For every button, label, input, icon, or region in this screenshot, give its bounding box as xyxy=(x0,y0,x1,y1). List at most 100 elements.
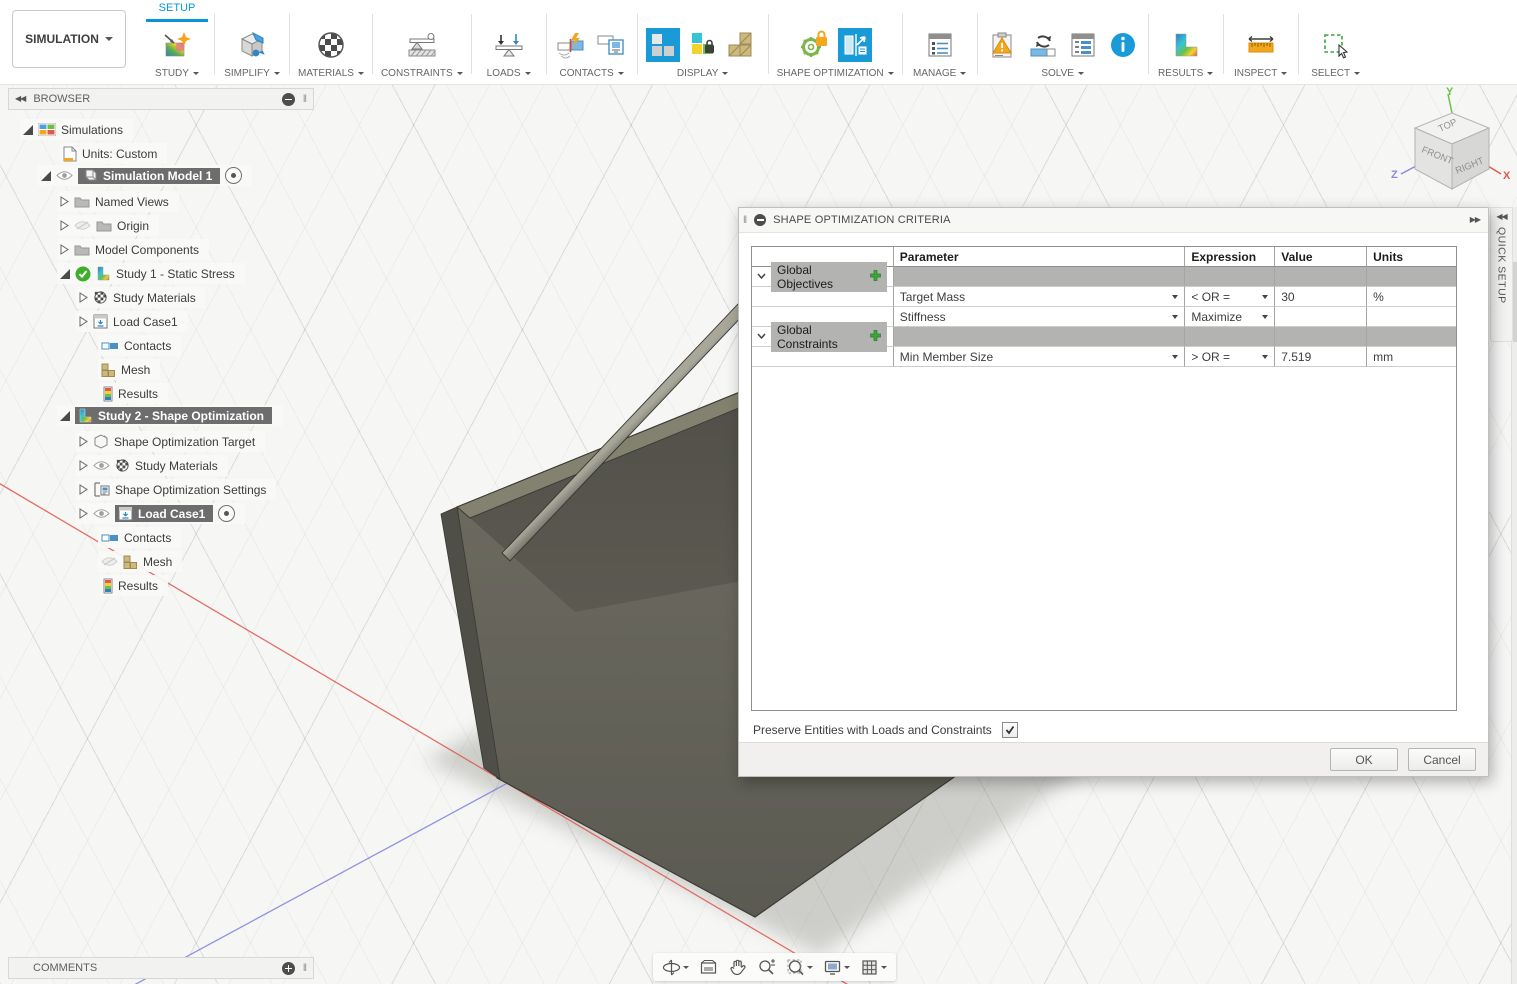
inspect-menu[interactable]: INSPECT xyxy=(1234,68,1288,79)
constraints-icon[interactable] xyxy=(405,28,439,62)
zoom-window-button[interactable] xyxy=(783,956,816,979)
tree-row-contacts-study1[interactable]: Contacts xyxy=(98,335,182,356)
gutter-thumb[interactable] xyxy=(1513,262,1517,342)
parameter-dropdown[interactable]: Stiffness xyxy=(892,307,1185,327)
loads-icon[interactable] xyxy=(492,28,526,62)
zoom-button[interactable] xyxy=(754,956,779,979)
results-menu[interactable]: RESULTS xyxy=(1158,68,1214,79)
comments-grip[interactable]: ‖ xyxy=(303,963,307,974)
dialog-collapse-icon[interactable] xyxy=(754,214,767,226)
tree-row-units[interactable]: Units: Custom xyxy=(60,143,168,164)
tab-setup[interactable]: SETUP xyxy=(142,2,212,14)
tree-row-load-case1-study2[interactable]: Load Case1 xyxy=(76,503,246,524)
tree-row-study-materials-2[interactable]: Study Materials xyxy=(76,455,228,476)
expander-open-icon[interactable] xyxy=(23,124,33,135)
tree-row-results-study1[interactable]: Results xyxy=(100,383,169,404)
expander-closed-icon[interactable] xyxy=(79,484,88,495)
browser-grip[interactable]: ‖ xyxy=(303,94,307,105)
select-menu[interactable]: SELECT xyxy=(1311,68,1361,79)
expression-dropdown[interactable]: > OR = xyxy=(1184,347,1275,367)
materials-icon[interactable] xyxy=(314,28,348,62)
pan-button[interactable] xyxy=(725,956,750,979)
dialog-titlebar[interactable]: ‖ SHAPE OPTIMIZATION CRITERIA ▶▶ xyxy=(739,208,1488,233)
expression-dropdown[interactable]: < OR = xyxy=(1184,287,1275,307)
parameter-dropdown[interactable]: Target Mass xyxy=(892,287,1185,307)
display-mode-icon[interactable] xyxy=(645,28,680,62)
viewcube[interactable]: Y Z X TOP FRONT RIGHT xyxy=(1385,86,1515,204)
constraints-menu[interactable]: CONSTRAINTS xyxy=(381,68,463,79)
tree-row-results-study2[interactable]: Results xyxy=(100,575,169,596)
tree-row-mesh-study2[interactable]: Mesh xyxy=(98,551,183,572)
expander-closed-icon[interactable] xyxy=(79,292,88,303)
materials-menu[interactable]: MATERIALS xyxy=(298,68,364,79)
tree-row-contacts-study2[interactable]: Contacts xyxy=(98,527,182,548)
tree-row-study-2[interactable]: Study 2 - Shape Optimization xyxy=(57,405,283,426)
expander-closed-icon[interactable] xyxy=(60,196,69,207)
quick-setup-tab[interactable]: ◀◀ QUICK SETUP xyxy=(1490,207,1513,342)
preserve-region-icon[interactable] xyxy=(798,28,832,62)
shape-optimization-menu[interactable]: SHAPE OPTIMIZATION xyxy=(777,68,894,79)
simplify-menu[interactable]: SIMPLIFY xyxy=(224,68,280,79)
parameter-dropdown[interactable]: Min Member Size xyxy=(892,347,1185,367)
add-comment-icon[interactable] xyxy=(281,961,295,975)
tree-row-origin[interactable]: Origin xyxy=(57,215,160,236)
expression-dropdown[interactable]: Maximize xyxy=(1184,307,1275,327)
expander-closed-icon[interactable] xyxy=(79,460,88,471)
value-field[interactable] xyxy=(1274,307,1367,327)
contacts-icon[interactable] xyxy=(555,28,589,62)
dialog-grip[interactable]: ‖ xyxy=(743,215,747,226)
solve-menu[interactable]: SOLVE xyxy=(1041,68,1084,79)
shape-optimization-criteria-icon[interactable] xyxy=(838,28,873,62)
eye-off-icon[interactable] xyxy=(101,556,118,567)
select-icon[interactable] xyxy=(1319,28,1353,62)
expander-open-icon[interactable] xyxy=(60,410,70,421)
tree-row-model-components[interactable]: Model Components xyxy=(57,239,210,260)
expander-open-icon[interactable] xyxy=(60,268,70,279)
precheck-icon[interactable] xyxy=(986,28,1020,62)
solve-details-icon[interactable] xyxy=(1066,28,1100,62)
loads-menu[interactable]: LOADS xyxy=(487,68,531,79)
group-chevron-icon[interactable] xyxy=(756,330,767,344)
value-field[interactable]: 7.519 xyxy=(1274,347,1367,367)
look-at-button[interactable] xyxy=(696,956,721,979)
manage-icon[interactable] xyxy=(923,28,957,62)
tree-row-simulation-model-1[interactable]: Simulation Model 1 xyxy=(38,165,253,186)
browser-hide-icon[interactable] xyxy=(281,92,295,106)
grid-settings-button[interactable] xyxy=(857,956,890,979)
cancel-button[interactable]: Cancel xyxy=(1408,748,1476,771)
collapse-browser-icon[interactable]: ◀◀ xyxy=(15,95,26,103)
workspace-selector[interactable]: SIMULATION xyxy=(12,10,126,68)
tree-row-mesh-study1[interactable]: Mesh xyxy=(98,359,161,380)
comments-bar[interactable]: COMMENTS ‖ xyxy=(8,957,314,979)
add-constraint-icon[interactable] xyxy=(869,329,881,344)
expander-closed-icon[interactable] xyxy=(79,316,88,327)
manage-menu[interactable]: MANAGE xyxy=(913,68,967,79)
tree-row-load-case1-study1[interactable]: Load Case1 xyxy=(76,311,188,332)
orbit-button[interactable] xyxy=(659,956,692,979)
expander-closed-icon[interactable] xyxy=(60,244,69,255)
study-menu[interactable]: STUDY xyxy=(155,68,199,79)
tree-row-shape-optimization-settings[interactable]: Shape Optimization Settings xyxy=(76,479,277,500)
eye-icon[interactable] xyxy=(56,170,73,181)
tree-row-shape-optimization-target[interactable]: Shape Optimization Target xyxy=(76,431,266,452)
measure-icon[interactable] xyxy=(1244,28,1278,62)
group-chevron-icon[interactable] xyxy=(756,270,767,284)
eye-icon[interactable] xyxy=(93,460,110,471)
new-study-icon[interactable] xyxy=(160,28,194,62)
activate-radio-icon[interactable] xyxy=(218,505,236,522)
simplify-icon[interactable] xyxy=(235,28,269,62)
contacts-menu[interactable]: CONTACTS xyxy=(559,68,624,79)
expand-quick-setup-icon[interactable]: ◀◀ xyxy=(1496,213,1507,221)
degrees-of-freedom-icon[interactable] xyxy=(686,28,720,62)
expander-closed-icon[interactable] xyxy=(60,220,69,231)
activate-radio-icon[interactable] xyxy=(225,167,243,184)
solve-icon[interactable] xyxy=(1026,28,1060,62)
expander-open-icon[interactable] xyxy=(41,170,51,181)
eye-icon[interactable] xyxy=(93,508,110,519)
add-objective-icon[interactable] xyxy=(869,269,881,284)
mesh-display-icon[interactable] xyxy=(726,28,760,62)
info-icon[interactable] xyxy=(1106,28,1140,62)
value-field[interactable]: 30 xyxy=(1274,287,1367,307)
display-menu[interactable]: DISPLAY xyxy=(677,68,729,79)
expander-closed-icon[interactable] xyxy=(79,436,88,447)
